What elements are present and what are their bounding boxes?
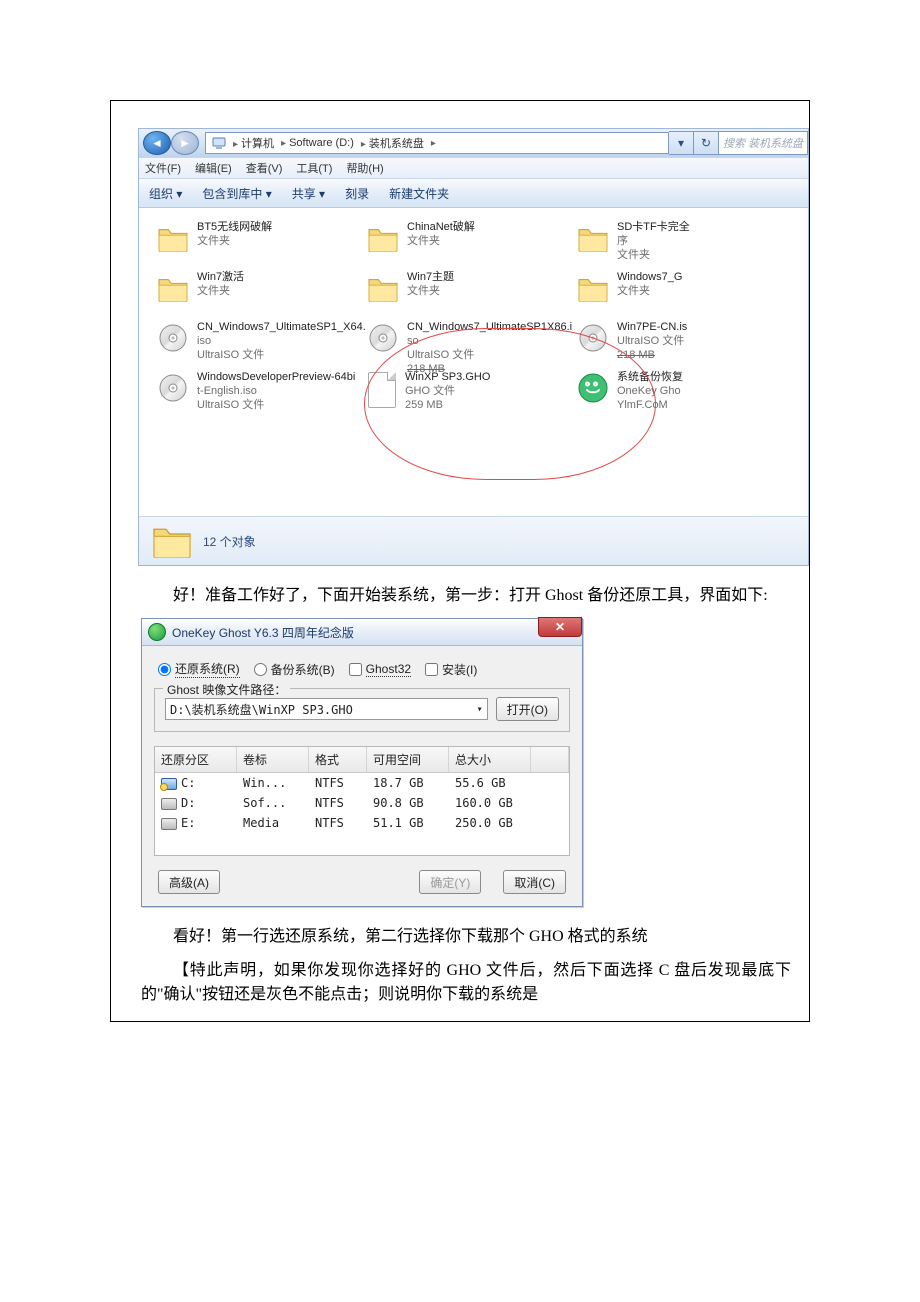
disc-icon <box>365 320 401 356</box>
col-total: 总大小 <box>449 747 531 772</box>
file-item[interactable]: Windows7_G文件夹 <box>575 268 705 318</box>
image-path-group: Ghost 映像文件路径： D:\装机系统盘\WinXP SP3.GHO▾ 打开… <box>154 688 570 732</box>
tb-share[interactable]: 共享 ▾ <box>292 185 325 202</box>
file-item[interactable]: CN_Windows7_UltimateSP1X86.isoUltraISO 文… <box>365 318 575 368</box>
tb-include[interactable]: 包含到库中 ▾ <box>202 185 271 202</box>
file-item[interactable]: CN_Windows7_UltimateSP1_X64.isoUltraISO … <box>155 318 365 368</box>
paragraph-3: 【特此声明，如果你发现你选择好的 GHO 文件后，然后下面选择 C 盘后发现最底… <box>141 962 791 1003</box>
folder-icon <box>151 522 193 561</box>
address-bar[interactable]: ▸计算机 ▸Software (D:) ▸装机系统盘 ▸ <box>205 132 669 154</box>
checkbox-ghost32[interactable]: Ghost32 <box>349 662 411 677</box>
status-bar: 12 个对象 <box>139 516 808 565</box>
partition-table: 还原分区 卷标 格式 可用空间 总大小 C:Win...NTFS18.7 GB5… <box>154 746 570 856</box>
radio-backup[interactable]: 备份系统(B) <box>254 661 335 678</box>
file-item[interactable]: WinXP SP3.GHOGHO 文件259 MB <box>365 368 575 418</box>
menu-file[interactable]: 文件(F) <box>145 160 181 176</box>
table-row[interactable]: C:Win...NTFS18.7 GB55.6 GB <box>155 773 569 793</box>
tb-burn[interactable]: 刻录 <box>345 185 369 202</box>
tb-organize[interactable]: 组织 ▾ <box>149 185 182 202</box>
col-free: 可用空间 <box>367 747 449 772</box>
open-button[interactable]: 打开(O) <box>496 697 559 721</box>
disc-icon <box>155 320 191 356</box>
file-label: CN_Windows7_UltimateSP1_X64.isoUltraISO … <box>197 320 365 362</box>
menu-bar: 文件(F) 编辑(E) 查看(V) 工具(T) 帮助(H) <box>139 157 808 179</box>
file-label: Windows7_G文件夹 <box>617 270 682 298</box>
folder-icon <box>155 270 191 306</box>
search-input[interactable]: 搜索 装机系统盘 <box>719 131 808 155</box>
folder-icon <box>365 270 401 306</box>
file-item[interactable]: Win7主题文件夹 <box>365 268 575 318</box>
disc-icon <box>155 370 191 406</box>
file-label: WinXP SP3.GHOGHO 文件259 MB <box>405 370 490 412</box>
menu-view[interactable]: 查看(V) <box>246 160 283 176</box>
address-dropdown-button[interactable]: ▾ <box>669 131 694 155</box>
file-label: 系统备份恢复OneKey GhoYlmF.CoM <box>617 370 683 412</box>
dialog-title: OneKey Ghost Y6.3 四周年纪念版 <box>172 624 354 641</box>
file-item[interactable]: 系统备份恢复OneKey GhoYlmF.CoM <box>575 368 705 418</box>
file-item[interactable]: Win7激活文件夹 <box>155 268 365 318</box>
table-row[interactable]: E:MediaNTFS51.1 GB250.0 GB <box>155 813 569 833</box>
col-format: 格式 <box>309 747 367 772</box>
onekey-icon <box>575 370 611 406</box>
cancel-button[interactable]: 取消(C) <box>503 870 566 894</box>
files-area: BT5无线网破解文件夹 ChinaNet破解文件夹 SD卡TF卡完全序文件夹 Win7… <box>139 208 808 516</box>
image-path-legend: Ghost 映像文件路径： <box>163 681 290 698</box>
file-item[interactable]: Win7PE-CN.isUltraISO 文件218 MB <box>575 318 705 368</box>
file-item[interactable]: WindowsDeveloperPreview-64bit-English.is… <box>155 368 365 418</box>
checkbox-install[interactable]: 安装(I) <box>425 661 477 678</box>
image-path-input[interactable]: D:\装机系统盘\WinXP SP3.GHO▾ <box>165 698 488 720</box>
tb-newfolder[interactable]: 新建文件夹 <box>389 185 449 202</box>
disc-icon <box>575 320 611 356</box>
paragraph-1: 好！准备工作好了，下面开始装系统，第一步：打开 Ghost 备份还原工具，界面如… <box>173 587 768 604</box>
crumb-2[interactable]: Software (D:) <box>289 137 354 149</box>
file-label: SD卡TF卡完全序文件夹 <box>617 220 690 262</box>
onekey-icon <box>148 623 166 641</box>
file-item[interactable]: ChinaNet破解文件夹 <box>365 218 575 268</box>
status-text: 12 个对象 <box>203 533 256 550</box>
explorer-window: ◄ ► ▸计算机 ▸Software (D:) ▸装机系统盘 ▸ ▾ ↻ 搜索 … <box>138 128 809 566</box>
menu-help[interactable]: 帮助(H) <box>346 160 383 176</box>
crumb-1[interactable]: 计算机 <box>241 138 274 150</box>
radio-restore[interactable]: 还原系统(R) <box>158 660 240 678</box>
file-label: Win7主题文件夹 <box>407 270 454 298</box>
toolbar: 组织 ▾ 包含到库中 ▾ 共享 ▾ 刻录 新建文件夹 <box>139 179 808 208</box>
paragraph-2: 看好！第一行选还原系统，第二行选择你下载那个 GHO 格式的系统 <box>173 928 648 945</box>
file-label: ChinaNet破解文件夹 <box>407 220 475 248</box>
folder-icon <box>575 220 611 256</box>
folder-icon <box>365 220 401 256</box>
file-label: WindowsDeveloperPreview-64bit-English.is… <box>197 370 355 412</box>
nav-back-button[interactable]: ◄ <box>143 131 171 155</box>
dialog-titlebar: OneKey Ghost Y6.3 四周年纪念版 ✕ <box>142 619 582 646</box>
file-item[interactable]: SD卡TF卡完全序文件夹 <box>575 218 705 268</box>
col-label: 卷标 <box>237 747 309 772</box>
file-item[interactable]: BT5无线网破解文件夹 <box>155 218 365 268</box>
folder-icon <box>155 220 191 256</box>
col-partition: 还原分区 <box>155 747 237 772</box>
explorer-titlebar: ◄ ► ▸计算机 ▸Software (D:) ▸装机系统盘 ▸ ▾ ↻ 搜索 … <box>139 129 808 157</box>
menu-edit[interactable]: 编辑(E) <box>195 160 232 176</box>
ok-button[interactable]: 确定(Y) <box>419 870 481 894</box>
file-icon <box>365 370 399 410</box>
folder-icon <box>575 270 611 306</box>
table-row[interactable]: D:Sof...NTFS90.8 GB160.0 GB <box>155 793 569 813</box>
advanced-button[interactable]: 高级(A) <box>158 870 220 894</box>
refresh-button[interactable]: ↻ <box>694 131 719 155</box>
computer-icon <box>212 136 226 150</box>
close-button[interactable]: ✕ <box>538 617 582 637</box>
file-label: Win7激活文件夹 <box>197 270 244 298</box>
file-label: Win7PE-CN.isUltraISO 文件218 MB <box>617 320 687 362</box>
crumb-3[interactable]: 装机系统盘 <box>369 138 424 150</box>
file-label: BT5无线网破解文件夹 <box>197 220 272 248</box>
nav-forward-button[interactable]: ► <box>171 131 199 155</box>
onekey-ghost-dialog: OneKey Ghost Y6.3 四周年纪念版 ✕ 还原系统(R) 备份系统(… <box>141 618 583 907</box>
menu-tools[interactable]: 工具(T) <box>296 160 332 176</box>
